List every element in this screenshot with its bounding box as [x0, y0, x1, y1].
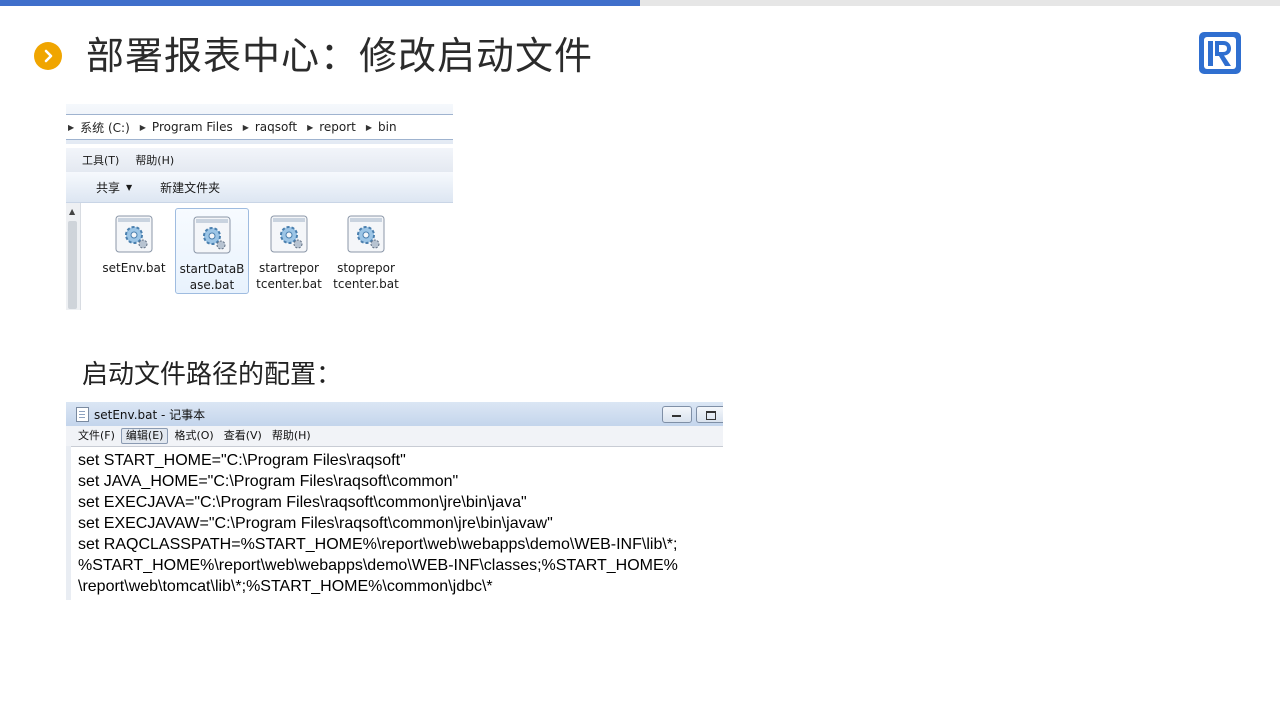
- vertical-scrollbar[interactable]: ▲: [66, 203, 81, 310]
- minimize-button[interactable]: [662, 406, 692, 423]
- breadcrumb-label: report: [319, 120, 356, 134]
- breadcrumb-item[interactable]: ▶ report: [305, 120, 356, 134]
- breadcrumb-arrow-icon: ▶: [242, 122, 249, 132]
- breadcrumb[interactable]: ▶ 系统 (C:) ▶ Program Files ▶ raqsoft ▶ report…: [66, 114, 453, 140]
- notepad-window: setEnv.bat - 记事本 文件(F) 编辑(E) 格式(O) 查看(V)…: [66, 402, 723, 600]
- breadcrumb-arrow-icon: ▶: [139, 122, 146, 132]
- notepad-text-area[interactable]: set START_HOME="C:\Program Files\raqsoft…: [78, 450, 718, 597]
- explorer-menubar: 工具(T) 帮助(H): [66, 148, 453, 172]
- new-folder-button[interactable]: 新建文件夹: [160, 179, 220, 196]
- text-line: set JAVA_HOME="C:\Program Files\raqsoft\…: [78, 473, 459, 490]
- explorer-window: ▶ 系统 (C:) ▶ Program Files ▶ raqsoft ▶ report…: [66, 104, 453, 310]
- top-accent-bar: [0, 0, 640, 6]
- new-folder-label: 新建文件夹: [160, 180, 221, 195]
- menu-view[interactable]: 查看(V): [220, 428, 266, 444]
- file-name: startrepor tcenter.bat: [256, 261, 322, 291]
- menu-tools[interactable]: 工具(T): [82, 152, 119, 168]
- file-item[interactable]: stoprepor tcenter.bat: [330, 208, 402, 294]
- breadcrumb-item[interactable]: ▶ 系统 (C:): [66, 119, 130, 136]
- menu-help[interactable]: 帮助(H): [268, 428, 315, 444]
- text-line: %START_HOME%\report\web\webapps\demo\WEB…: [78, 557, 678, 574]
- raqsoft-logo-icon: [1199, 32, 1241, 74]
- text-line: set EXECJAVA="C:\Program Files\raqsoft\c…: [78, 494, 527, 511]
- share-button[interactable]: 共享 ▼: [96, 179, 132, 196]
- top-gray-bar: [640, 0, 1280, 6]
- menu-help[interactable]: 帮助(H): [135, 152, 174, 168]
- menu-edit[interactable]: 编辑(E): [120, 428, 169, 444]
- menu-format[interactable]: 格式(O): [170, 428, 217, 444]
- breadcrumb-arrow-icon: ▶: [307, 122, 314, 132]
- file-name: setEnv.bat: [102, 261, 166, 275]
- breadcrumb-label: bin: [378, 120, 397, 134]
- chevron-right-icon: [34, 42, 62, 70]
- text-line: set EXECJAVAW="C:\Program Files\raqsoft\…: [78, 515, 553, 532]
- file-name: startDataB ase.bat: [179, 262, 245, 292]
- breadcrumb-item[interactable]: ▶ bin: [364, 120, 397, 134]
- notepad-menubar: 文件(F) 编辑(E) 格式(O) 查看(V) 帮助(H): [66, 426, 723, 447]
- page-title: 部署报表中心：修改启动文件: [86, 34, 594, 78]
- menu-file[interactable]: 文件(F): [74, 428, 119, 444]
- notepad-document-icon: [76, 406, 89, 422]
- batch-file-gear-icon: [346, 214, 386, 254]
- breadcrumb-item[interactable]: ▶ raqsoft: [241, 120, 297, 134]
- file-item[interactable]: setEnv.bat: [98, 208, 170, 294]
- breadcrumb-arrow-icon: ▶: [365, 122, 373, 132]
- file-name: stoprepor tcenter.bat: [333, 261, 399, 291]
- notepad-titlebar[interactable]: setEnv.bat - 记事本: [66, 402, 723, 426]
- scroll-thumb[interactable]: [68, 221, 77, 309]
- maximize-button[interactable]: [696, 406, 723, 423]
- file-item[interactable]: startDataB ase.bat: [175, 208, 249, 294]
- breadcrumb-arrow-icon: ▶: [68, 122, 75, 132]
- caret-down-icon: ▼: [126, 182, 133, 192]
- breadcrumb-label: raqsoft: [254, 120, 298, 134]
- batch-file-gear-icon: [192, 215, 232, 255]
- file-item[interactable]: startrepor tcenter.bat: [253, 208, 325, 294]
- explorer-toolbar: 共享 ▼ 新建文件夹: [66, 172, 453, 203]
- text-line: set START_HOME="C:\Program Files\raqsoft…: [78, 452, 406, 469]
- notepad-left-edge: [66, 446, 71, 600]
- text-line: \report\web\tomcat\lib\*;%START_HOME%\co…: [78, 578, 493, 595]
- breadcrumb-label: 系统 (C:): [80, 120, 130, 135]
- batch-file-gear-icon: [114, 214, 154, 254]
- notepad-title: setEnv.bat - 记事本: [94, 407, 206, 422]
- share-label: 共享: [96, 180, 121, 195]
- breadcrumb-item[interactable]: ▶ Program Files: [138, 120, 233, 134]
- breadcrumb-label: Program Files: [151, 120, 233, 134]
- batch-file-gear-icon: [269, 214, 309, 254]
- address-bar: ▶ 系统 (C:) ▶ Program Files ▶ raqsoft ▶ report…: [66, 104, 453, 144]
- text-line: set RAQCLASSPATH=%START_HOME%\report\web…: [78, 536, 678, 553]
- scroll-up-icon[interactable]: ▲: [69, 207, 75, 216]
- section-label: 启动文件路径的配置：: [82, 360, 343, 390]
